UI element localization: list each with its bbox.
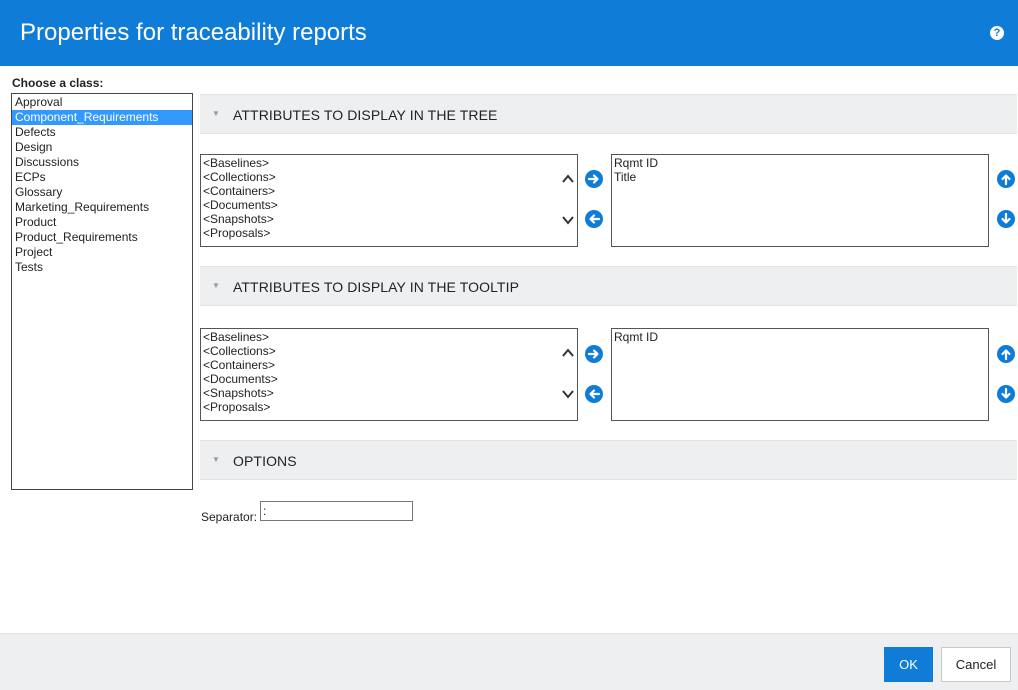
tree-section-header[interactable]: ▼ ATTRIBUTES TO DISPLAY IN THE TREE [200, 94, 1017, 134]
options-section-header[interactable]: ▼ OPTIONS [200, 440, 1017, 480]
scroll-up-icon[interactable] [561, 172, 575, 186]
list-item[interactable]: <Collections> [203, 170, 577, 184]
scroll-up-icon[interactable] [561, 346, 575, 360]
list-item[interactable]: <Proposals> [203, 226, 577, 240]
move-right-icon[interactable] [585, 170, 603, 188]
separator-label: Separator: [201, 510, 258, 524]
list-item[interactable]: <Collections> [203, 344, 577, 358]
class-item-product[interactable]: Product [12, 215, 192, 230]
tooltip-selected-attributes-list[interactable]: Rqmt ID [611, 328, 989, 421]
move-right-icon[interactable] [585, 345, 603, 363]
list-item[interactable]: <Baselines> [203, 156, 577, 170]
collapse-caret-icon: ▼ [212, 109, 220, 118]
class-item-discussions[interactable]: Discussions [12, 155, 192, 170]
list-item[interactable]: <Documents> [203, 198, 577, 212]
class-item-ecps[interactable]: ECPs [12, 170, 192, 185]
move-left-icon[interactable] [585, 210, 603, 228]
separator-input[interactable] [260, 501, 413, 521]
list-item[interactable]: <Baselines> [203, 330, 577, 344]
list-item[interactable]: <Containers> [203, 358, 577, 372]
help-icon[interactable]: ? [990, 26, 1004, 40]
options-section-title: OPTIONS [233, 453, 297, 469]
class-item-glossary[interactable]: Glossary [12, 185, 192, 200]
list-item[interactable]: <Snapshots> [203, 212, 577, 226]
tooltip-section-title: ATTRIBUTES TO DISPLAY IN THE TOOLTIP [233, 279, 520, 295]
dialog-title: Properties for traceability reports [20, 19, 367, 46]
class-item-component-requirements[interactable]: Component_Requirements [12, 110, 192, 125]
collapse-caret-icon: ▼ [212, 281, 220, 290]
list-item[interactable]: <Documents> [203, 372, 577, 386]
scroll-down-icon[interactable] [561, 387, 575, 401]
tree-section-title: ATTRIBUTES TO DISPLAY IN THE TREE [233, 107, 498, 123]
collapse-caret-icon: ▼ [212, 455, 220, 464]
list-item[interactable]: Rqmt ID [614, 330, 988, 344]
move-up-icon[interactable] [997, 170, 1015, 188]
class-item-project[interactable]: Project [12, 245, 192, 260]
dialog-title-bar: Properties for traceability reports ? [0, 0, 1018, 66]
move-left-icon[interactable] [585, 385, 603, 403]
tree-available-attributes-list[interactable]: <Baselines> <Collections> <Containers> <… [200, 154, 578, 247]
choose-class-label: Choose a class: [12, 76, 104, 90]
class-item-approval[interactable]: Approval [12, 95, 192, 110]
class-item-defects[interactable]: Defects [12, 125, 192, 140]
tooltip-section-header[interactable]: ▼ ATTRIBUTES TO DISPLAY IN THE TOOLTIP [200, 266, 1017, 306]
scroll-down-icon[interactable] [561, 213, 575, 227]
list-item[interactable]: Rqmt ID [614, 156, 988, 170]
list-item[interactable]: <Containers> [203, 184, 577, 198]
class-item-tests[interactable]: Tests [12, 260, 192, 275]
tooltip-available-attributes-list[interactable]: <Baselines> <Collections> <Containers> <… [200, 328, 578, 421]
list-item[interactable]: Title [614, 170, 988, 184]
list-item[interactable]: <Snapshots> [203, 386, 577, 400]
move-up-icon[interactable] [997, 345, 1015, 363]
ok-button[interactable]: OK [884, 647, 933, 682]
list-item[interactable]: <Proposals> [203, 400, 577, 414]
move-down-icon[interactable] [997, 210, 1015, 228]
move-down-icon[interactable] [997, 385, 1015, 403]
class-item-design[interactable]: Design [12, 140, 192, 155]
class-item-product-requirements[interactable]: Product_Requirements [12, 230, 192, 245]
tree-selected-attributes-list[interactable]: Rqmt ID Title [611, 154, 989, 247]
dialog-footer [0, 633, 1018, 690]
class-listbox[interactable]: Approval Component_Requirements Defects … [11, 93, 193, 490]
class-item-marketing-requirements[interactable]: Marketing_Requirements [12, 200, 192, 215]
cancel-button[interactable]: Cancel [941, 647, 1011, 682]
